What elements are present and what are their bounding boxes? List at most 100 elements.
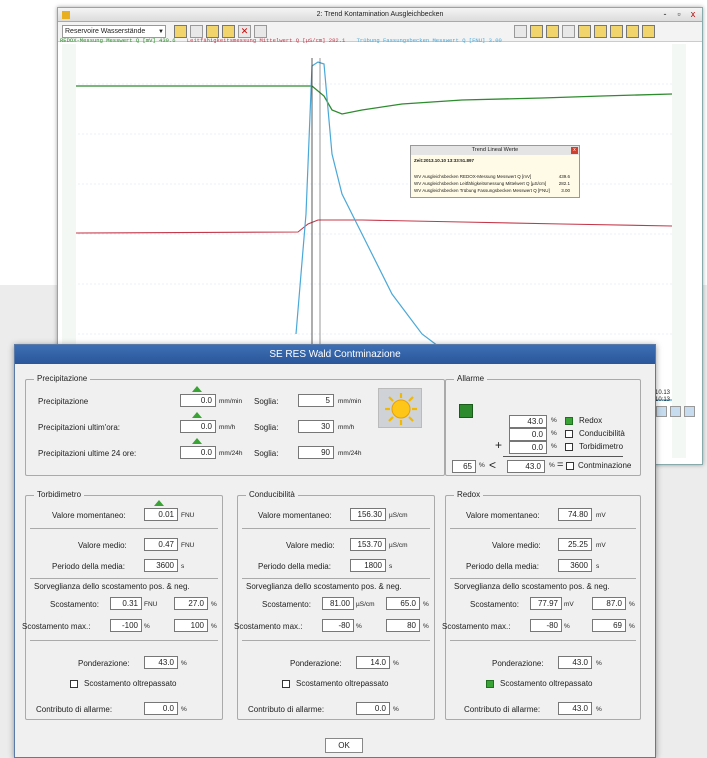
- scroll-end-icon[interactable]: [684, 406, 695, 417]
- divider: [30, 640, 218, 641]
- redox-period-label: Periodo della media:: [466, 562, 539, 571]
- turbidity-momentary-unit: FNU: [181, 512, 195, 519]
- conductivity-weight-value[interactable]: 14.0: [356, 656, 390, 669]
- redox-contrib-label: Contributo di allarme:: [464, 705, 541, 714]
- threshold-label: Soglia:: [254, 423, 279, 432]
- conductivity-momentary-value: 156.30: [350, 508, 386, 521]
- alarm-turbidity-label: Torbidimetro: [579, 442, 624, 451]
- alarm-contamination-label: Contminazione: [578, 461, 632, 470]
- legend-item-turbidity: Trübung Fassungsbecken Messwert Q [FNU] …: [356, 37, 502, 44]
- alarm-total-unit: %: [549, 462, 555, 469]
- popup-row-value: 282.1: [558, 181, 570, 186]
- conductivity-avg-unit: µS/cm: [389, 542, 408, 549]
- threshold-label: Soglia:: [254, 397, 279, 406]
- divider: [242, 578, 430, 579]
- redox-exceeded-checkbox[interactable]: [486, 680, 494, 688]
- conductivity-max-label: Scostamento max.:: [234, 622, 303, 631]
- redox-avg-value: 25.25: [558, 538, 592, 551]
- precipitation-hour-value: 0.0: [180, 420, 216, 433]
- axis-3-icon[interactable]: [610, 25, 623, 38]
- ok-button[interactable]: OK: [325, 738, 363, 753]
- axis-2-icon[interactable]: [594, 25, 607, 38]
- turbidity-deviation-pct: 27.0: [174, 597, 208, 610]
- pct-unit: %: [181, 660, 187, 667]
- conductivity-momentary-label: Valore momentaneo:: [258, 511, 332, 520]
- maximize-button[interactable]: ▫: [672, 9, 686, 20]
- alarm-redox-checkbox[interactable]: [565, 417, 573, 425]
- turbidity-weight-value[interactable]: 43.0: [144, 656, 178, 669]
- zoom-in-icon[interactable]: [530, 25, 543, 38]
- conductivity-period-label: Periodo della media:: [258, 562, 331, 571]
- redox-surveillance-label: Sorveglianza dello scostamento pos. & ne…: [454, 582, 610, 591]
- turbidity-max-pos[interactable]: 100: [174, 619, 208, 632]
- scroll-left-icon[interactable]: [656, 406, 667, 417]
- ruler-icon[interactable]: [562, 25, 575, 38]
- alarm-threshold-value[interactable]: 65: [452, 460, 476, 473]
- divider: [450, 578, 636, 579]
- axis-5-icon[interactable]: [642, 25, 655, 38]
- pct-unit: %: [393, 706, 399, 713]
- popup-row-value: 3.00: [561, 188, 570, 193]
- popup-title: Trend Lineal Werte: [471, 147, 519, 153]
- turbidity-exceeded-checkbox[interactable]: [70, 680, 78, 688]
- trend-up-icon: [192, 412, 202, 418]
- alarm-contamination-checkbox[interactable]: [566, 462, 574, 470]
- popup-close-icon[interactable]: x: [571, 147, 578, 154]
- pct-unit: %: [144, 623, 150, 630]
- redox-weight-value[interactable]: 43.0: [558, 656, 592, 669]
- conductivity-exceeded-label: Scostamento oltrepassato: [296, 679, 389, 688]
- app-icon: [62, 11, 70, 19]
- alarm-turbidity-checkbox[interactable]: [565, 443, 573, 451]
- time-axis-label: 10.13 10:13: [655, 390, 670, 404]
- pct-unit: %: [393, 660, 399, 667]
- redox-deviation-unit: mV: [564, 601, 574, 608]
- minimize-button[interactable]: -: [658, 9, 672, 20]
- redox-max-pos[interactable]: 69: [592, 619, 626, 632]
- redox-period-value[interactable]: 3600: [558, 559, 592, 572]
- popup-row: WV Ausgleichsbecken REDOX-Messung Messwe…: [414, 174, 578, 179]
- turbidity-max-neg[interactable]: -100: [110, 619, 142, 632]
- redox-max-label: Scostamento max.:: [442, 622, 511, 631]
- alarm-threshold-unit: %: [479, 462, 485, 469]
- axis-4-icon[interactable]: [626, 25, 639, 38]
- precipitation-hour-threshold[interactable]: 30: [298, 420, 334, 433]
- alarm-redox-label: Redox: [579, 416, 603, 425]
- divider: [242, 528, 430, 529]
- turbidity-momentary-value: 0.01: [144, 508, 178, 521]
- redox-avg-label: Valore medio:: [492, 541, 541, 550]
- turbidity-surveillance-label: Sorveglianza dello scostamento pos. & ne…: [34, 582, 190, 591]
- scroll-right-icon[interactable]: [670, 406, 681, 417]
- conductivity-deviation-pct: 65.0: [386, 597, 420, 610]
- alarm-equals: =: [557, 459, 564, 471]
- precipitation-hour-unit: mm/h: [219, 424, 236, 431]
- turbidity-group: Torbidimetro Valore momentaneo: 0.01 FNU…: [22, 490, 223, 720]
- time-axis-date: 10.13: [655, 390, 671, 396]
- conductivity-weight-label: Ponderazione:: [290, 659, 342, 668]
- threshold-unit: mm/24h: [338, 450, 362, 457]
- conductivity-period-value[interactable]: 1800: [350, 559, 386, 572]
- precipitation-24h-threshold[interactable]: 90: [298, 446, 334, 459]
- redox-max-neg[interactable]: -80: [530, 619, 562, 632]
- axis-1-icon[interactable]: [578, 25, 591, 38]
- alarm-conductivity-checkbox[interactable]: [565, 430, 573, 438]
- pct-unit: %: [423, 601, 429, 608]
- conductivity-max-neg[interactable]: -80: [322, 619, 354, 632]
- conductivity-exceeded-checkbox[interactable]: [282, 680, 290, 688]
- turbidity-period-value[interactable]: 3600: [144, 559, 178, 572]
- conductivity-contrib-label: Contributo di allarme:: [248, 705, 325, 714]
- close-button[interactable]: x: [686, 9, 700, 20]
- turbidity-period-unit: s: [181, 563, 185, 570]
- conductivity-deviation-label: Scostamento:: [262, 600, 311, 609]
- trend-up-icon: [192, 438, 202, 444]
- alarm-redox-value: 43.0: [509, 415, 547, 428]
- zoom-out-icon[interactable]: [546, 25, 559, 38]
- threshold-unit: mm/h: [338, 424, 355, 431]
- redox-series-line: [76, 85, 673, 115]
- conductivity-max-pos[interactable]: 80: [386, 619, 420, 632]
- pct-unit: %: [629, 623, 635, 630]
- divider: [30, 578, 218, 579]
- precipitation-threshold[interactable]: 5: [298, 394, 334, 407]
- threshold-unit: mm/min: [338, 398, 362, 405]
- chart-icon[interactable]: [514, 25, 527, 38]
- pct-unit: %: [423, 623, 429, 630]
